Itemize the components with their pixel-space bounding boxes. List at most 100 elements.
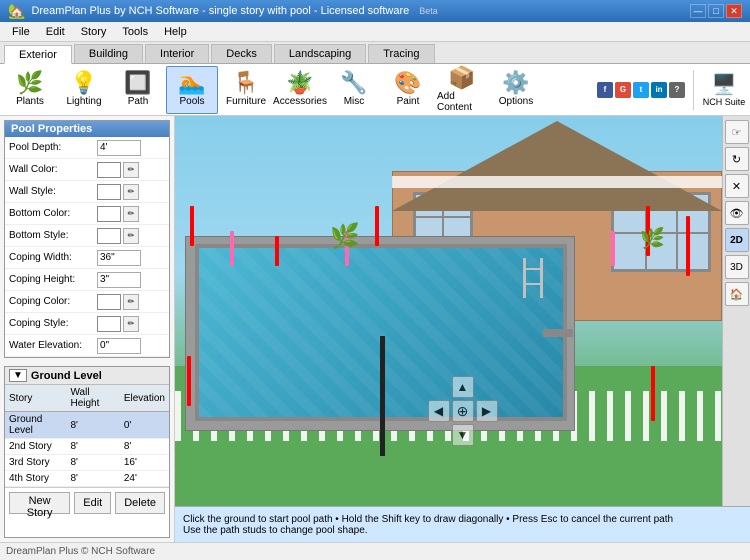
social-linkedin[interactable]: in [651,82,667,98]
pan-up-button[interactable]: ▲ [452,376,474,398]
plants-icon: 🌿 [16,72,43,94]
tab-decks[interactable]: Decks [211,44,272,63]
prop-water-elevation-label: Water Elevation: [9,340,97,351]
prop-pool-depth: Pool Depth: [5,137,169,159]
social-google[interactable]: G [615,82,631,98]
tool-accessories-label: Accessories [273,96,327,107]
status-line-2: Use the path studs to change pool shape. [183,525,742,536]
table-row[interactable]: 2nd Story 8' 8' [5,439,169,455]
tool-path[interactable]: 🔲 Path [112,66,164,114]
delete-story-button[interactable]: Delete [115,492,165,514]
view-tool-button[interactable]: 👁 [725,201,749,225]
tool-plants[interactable]: 🌿 Plants [4,66,56,114]
ground-level-title: Ground Level [31,370,102,382]
select-tool-button[interactable]: ☞ [725,120,749,144]
elevation-value: 8' [120,439,169,455]
wall-color-box[interactable] [97,162,121,178]
tool-paint[interactable]: 🎨 Paint [382,66,434,114]
pan-left-button[interactable]: ◀ [428,400,450,422]
wall-style-box[interactable] [97,184,121,200]
pool-stake-5 [686,216,690,276]
ground-level-toggle[interactable]: ▼ [9,369,27,382]
plant-1: 🌿 [330,222,360,251]
story-name: Ground Level [5,412,66,439]
nch-suite-button[interactable]: 🖥️ NCH Suite [702,72,746,107]
bottom-color-edit[interactable]: ✏ [123,206,139,222]
social-twitter[interactable]: t [633,82,649,98]
building-view-button[interactable]: 🏠 [725,282,749,306]
main-area: Pool Properties Pool Depth: Wall Color: … [0,116,750,542]
social-help[interactable]: ? [669,82,685,98]
paint-icon: 🎨 [394,72,421,94]
prop-coping-style: Coping Style: ✏ [5,313,169,335]
delete-tool-button[interactable]: ✕ [725,174,749,198]
wall-style-edit[interactable]: ✏ [123,184,139,200]
menu-file[interactable]: File [4,22,38,42]
maximize-button[interactable]: □ [708,4,724,18]
tool-accessories[interactable]: 🪴 Accessories [274,66,326,114]
tab-tracing[interactable]: Tracing [368,44,434,63]
beta-label: Beta [419,6,438,16]
tool-add-content[interactable]: 📦 Add Content [436,66,488,114]
pool-depth-input[interactable] [97,140,141,156]
3d-view-button[interactable]: 3D [725,255,749,279]
roof [392,121,722,211]
rotate-tool-button[interactable]: ↻ [725,147,749,171]
nch-suite-label: NCH Suite [703,97,746,107]
tool-lighting-label: Lighting [66,96,101,107]
menu-tools[interactable]: Tools [114,22,156,42]
status-bar: Click the ground to start pool path • Ho… [175,506,750,542]
pools-icon: 🏊 [178,72,205,94]
pool-ladder [523,258,543,298]
bottom-color-box[interactable] [97,206,121,222]
coping-height-input[interactable] [97,272,141,288]
elevation-value: 16' [120,455,169,471]
prop-coping-height-label: Coping Height: [9,274,97,285]
wall-color-edit[interactable]: ✏ [123,162,139,178]
menu-help[interactable]: Help [156,22,195,42]
new-story-button[interactable]: New Story [9,492,70,514]
title-bar: 🏡 DreamPlan Plus by NCH Software - singl… [0,0,750,22]
pool-stake-6 [187,356,191,406]
coping-color-edit[interactable]: ✏ [123,294,139,310]
tab-building[interactable]: Building [74,44,143,63]
water-elevation-input[interactable] [97,338,141,354]
coping-color-box[interactable] [97,294,121,310]
edit-story-button[interactable]: Edit [74,492,111,514]
tab-exterior[interactable]: Exterior [4,45,72,64]
options-icon: ⚙️ [502,72,529,94]
tab-interior[interactable]: Interior [145,44,209,63]
right-panel: 🌿 🌿 ▲ ◀ ⊕ ▶ ▼ [175,116,750,542]
tool-lighting[interactable]: 💡 Lighting [58,66,110,114]
coping-style-edit[interactable]: ✏ [123,316,139,332]
social-facebook[interactable]: f [597,82,613,98]
tab-landscaping[interactable]: Landscaping [274,44,366,63]
menu-story[interactable]: Story [73,22,115,42]
bottom-style-edit[interactable]: ✏ [123,228,139,244]
tool-options[interactable]: ⚙️ Options [490,66,542,114]
right-toolbar: ☞ ↻ ✕ 👁 2D 3D 🏠 [722,116,750,506]
bottom-style-box[interactable] [97,228,121,244]
table-row[interactable]: 3rd Story 8' 16' [5,455,169,471]
2d-view-button[interactable]: 2D [725,228,749,252]
canvas-area[interactable]: 🌿 🌿 ▲ ◀ ⊕ ▶ ▼ [175,116,750,506]
scene-3d[interactable]: 🌿 🌿 ▲ ◀ ⊕ ▶ ▼ [175,116,750,506]
menu-edit[interactable]: Edit [38,22,73,42]
minimize-button[interactable]: — [690,4,706,18]
coping-width-input[interactable] [97,250,141,266]
pan-center-button[interactable]: ⊕ [452,400,474,422]
close-button[interactable]: ✕ [726,4,742,18]
pan-right-button[interactable]: ▶ [476,400,498,422]
status-line-1: Click the ground to start pool path • Ho… [183,514,742,525]
table-row[interactable]: 4th Story 8' 24' [5,471,169,487]
tool-misc[interactable]: 🔧 Misc [328,66,380,114]
ground-level-panel: ▼ Ground Level Story Wall Height Elevati… [4,366,170,538]
toolbar: 🌿 Plants 💡 Lighting 🔲 Path 🏊 Pools 🪑 Fur… [0,64,750,116]
prop-coping-width: Coping Width: [5,247,169,269]
tool-pools[interactable]: 🏊 Pools [166,66,218,114]
coping-style-box[interactable] [97,316,121,332]
pan-down-button[interactable]: ▼ [452,424,474,446]
tool-furniture[interactable]: 🪑 Furniture [220,66,272,114]
col-wall-height: Wall Height [66,385,119,412]
table-row[interactable]: Ground Level 8' 0' [5,412,169,439]
